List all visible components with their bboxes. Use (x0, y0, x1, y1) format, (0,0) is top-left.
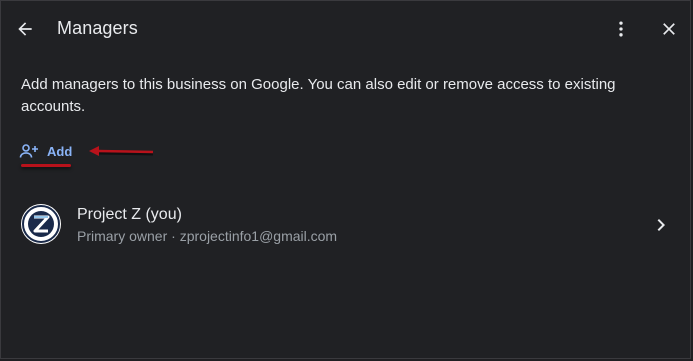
annotation-underline (21, 164, 71, 167)
manager-role: Primary owner (77, 228, 168, 244)
project-z-logo-icon (22, 205, 60, 243)
managers-dialog: Managers Add managers to this business o… (0, 0, 691, 359)
avatar (21, 204, 61, 244)
page-title: Managers (57, 18, 138, 38)
description-text: Add managers to this business on Google.… (21, 76, 616, 115)
add-label: Add (47, 143, 73, 159)
separator: · (167, 228, 180, 244)
chevron-right-icon (657, 219, 665, 231)
person-add-icon (19, 144, 38, 158)
more-options-button[interactable] (605, 13, 637, 45)
manager-row[interactable]: Project Z (you) Primary owner · zproject… (1, 197, 690, 253)
manager-email: zprojectinfo1@gmail.com (179, 228, 338, 244)
add-manager-button[interactable]: Add (19, 139, 72, 163)
annotation-arrow-icon (89, 146, 154, 156)
close-button[interactable] (653, 13, 685, 45)
dialog-header: Managers (1, 1, 690, 57)
back-button[interactable] (9, 13, 41, 45)
manager-name: Project Z (you) (77, 206, 182, 223)
arrow-back-icon (18, 22, 32, 36)
more-vert-icon (619, 21, 623, 37)
close-icon (663, 23, 675, 35)
manager-details: Primary owner · zprojectinfo1@gmail.com (77, 228, 337, 244)
